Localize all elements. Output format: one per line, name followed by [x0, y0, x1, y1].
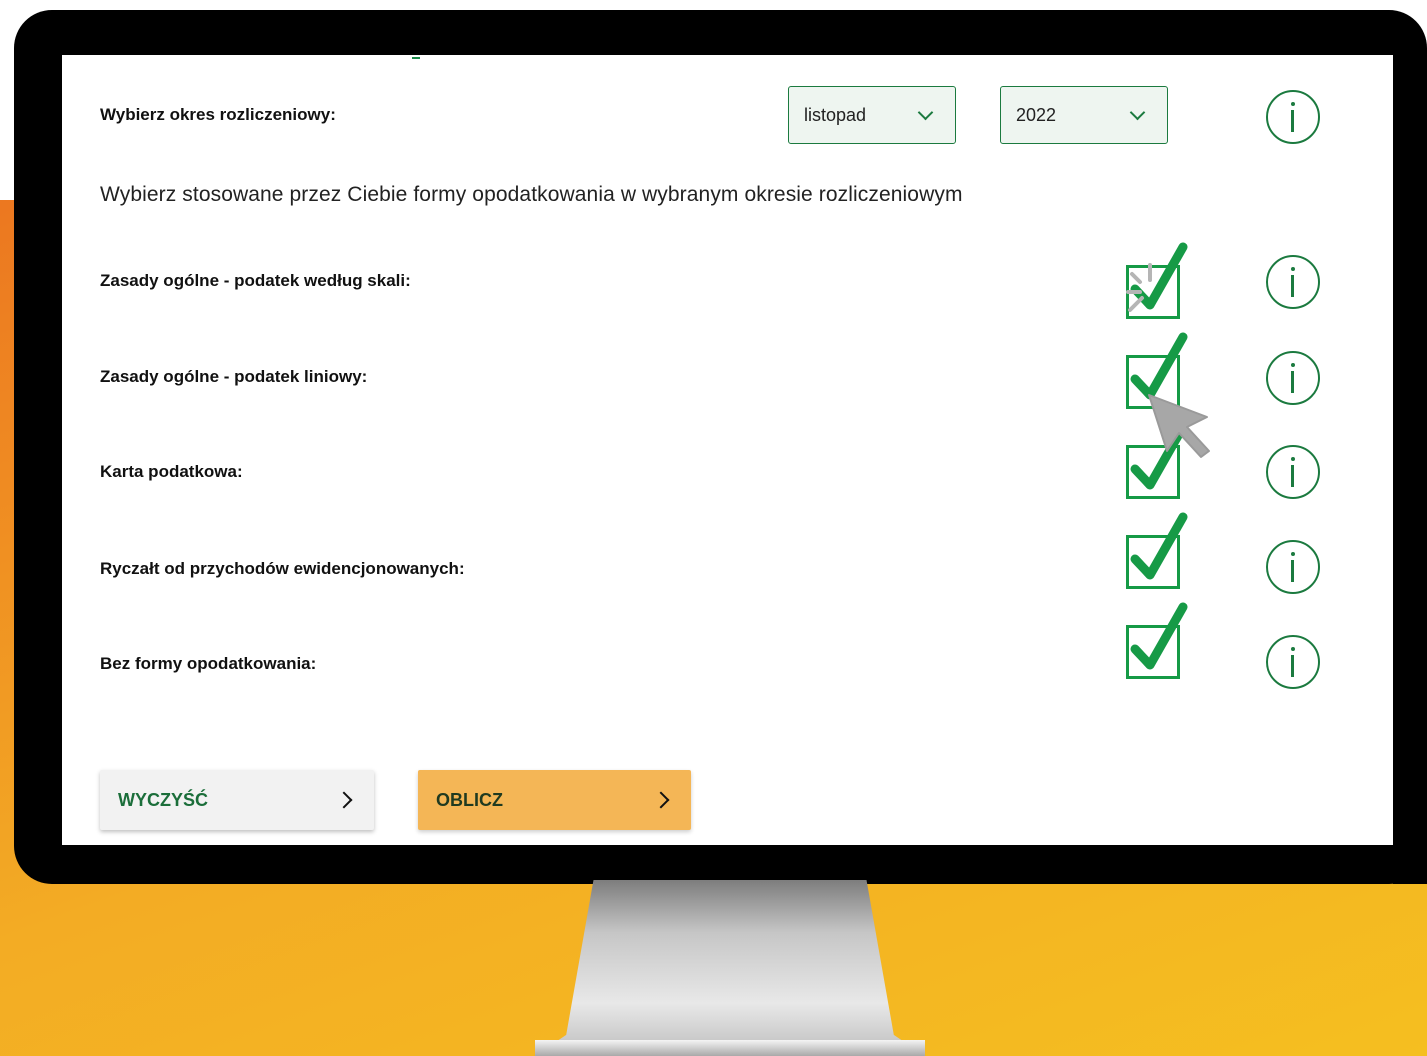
clear-button[interactable]: WYCZYŚĆ [100, 770, 374, 830]
monitor-stand [535, 880, 925, 1056]
checkmark-icon [1130, 512, 1188, 580]
checkbox-lump-sum[interactable] [1125, 512, 1188, 589]
period-label: Wybierz okres rozliczeniowy: [100, 105, 336, 124]
info-icon[interactable] [1266, 351, 1320, 405]
info-icon[interactable] [1266, 255, 1320, 309]
option-label-none: Bez formy opodatkowania: [100, 654, 317, 673]
taxation-subtitle: Wybierz stosowane przez Ciebie formy opo… [100, 183, 963, 206]
option-label-card: Karta podatkowa: [100, 462, 243, 481]
option-label-linear: Zasady ogólne - podatek liniowy: [100, 367, 368, 386]
clear-button-label: WYCZYŚĆ [118, 789, 208, 810]
option-label-lump-sum: Ryczałt od przychodów ewidencjonowanych: [100, 559, 465, 578]
chevron-right-icon [335, 791, 353, 809]
chevron-down-icon [1129, 104, 1146, 121]
month-select-value: listopad [804, 104, 867, 125]
monitor-stand-base [535, 1040, 925, 1056]
year-select-value: 2022 [1016, 104, 1057, 125]
checkbox-none[interactable] [1125, 602, 1188, 679]
info-icon[interactable] [1266, 635, 1320, 689]
monitor-edge [1393, 650, 1427, 884]
screen: Wybierz okres rozliczeniowy: listopad 20… [62, 55, 1393, 845]
chevron-right-icon [652, 791, 670, 809]
chevron-down-icon [917, 104, 934, 121]
calculate-button[interactable]: OBLICZ [418, 770, 691, 830]
checkmark-icon [1130, 602, 1188, 670]
calculate-button-label: OBLICZ [436, 789, 503, 810]
mouse-pointer-icon [1148, 394, 1210, 458]
info-icon[interactable] [1266, 540, 1320, 594]
info-icon[interactable] [1266, 445, 1320, 499]
info-icon[interactable] [1266, 90, 1320, 144]
option-label-scale: Zasady ogólne - podatek według skali: [100, 271, 411, 290]
year-select[interactable]: 2022 [1000, 86, 1168, 144]
month-select[interactable]: listopad [788, 86, 956, 144]
click-spark-icon [1126, 263, 1152, 312]
scroll-hint [412, 55, 420, 59]
